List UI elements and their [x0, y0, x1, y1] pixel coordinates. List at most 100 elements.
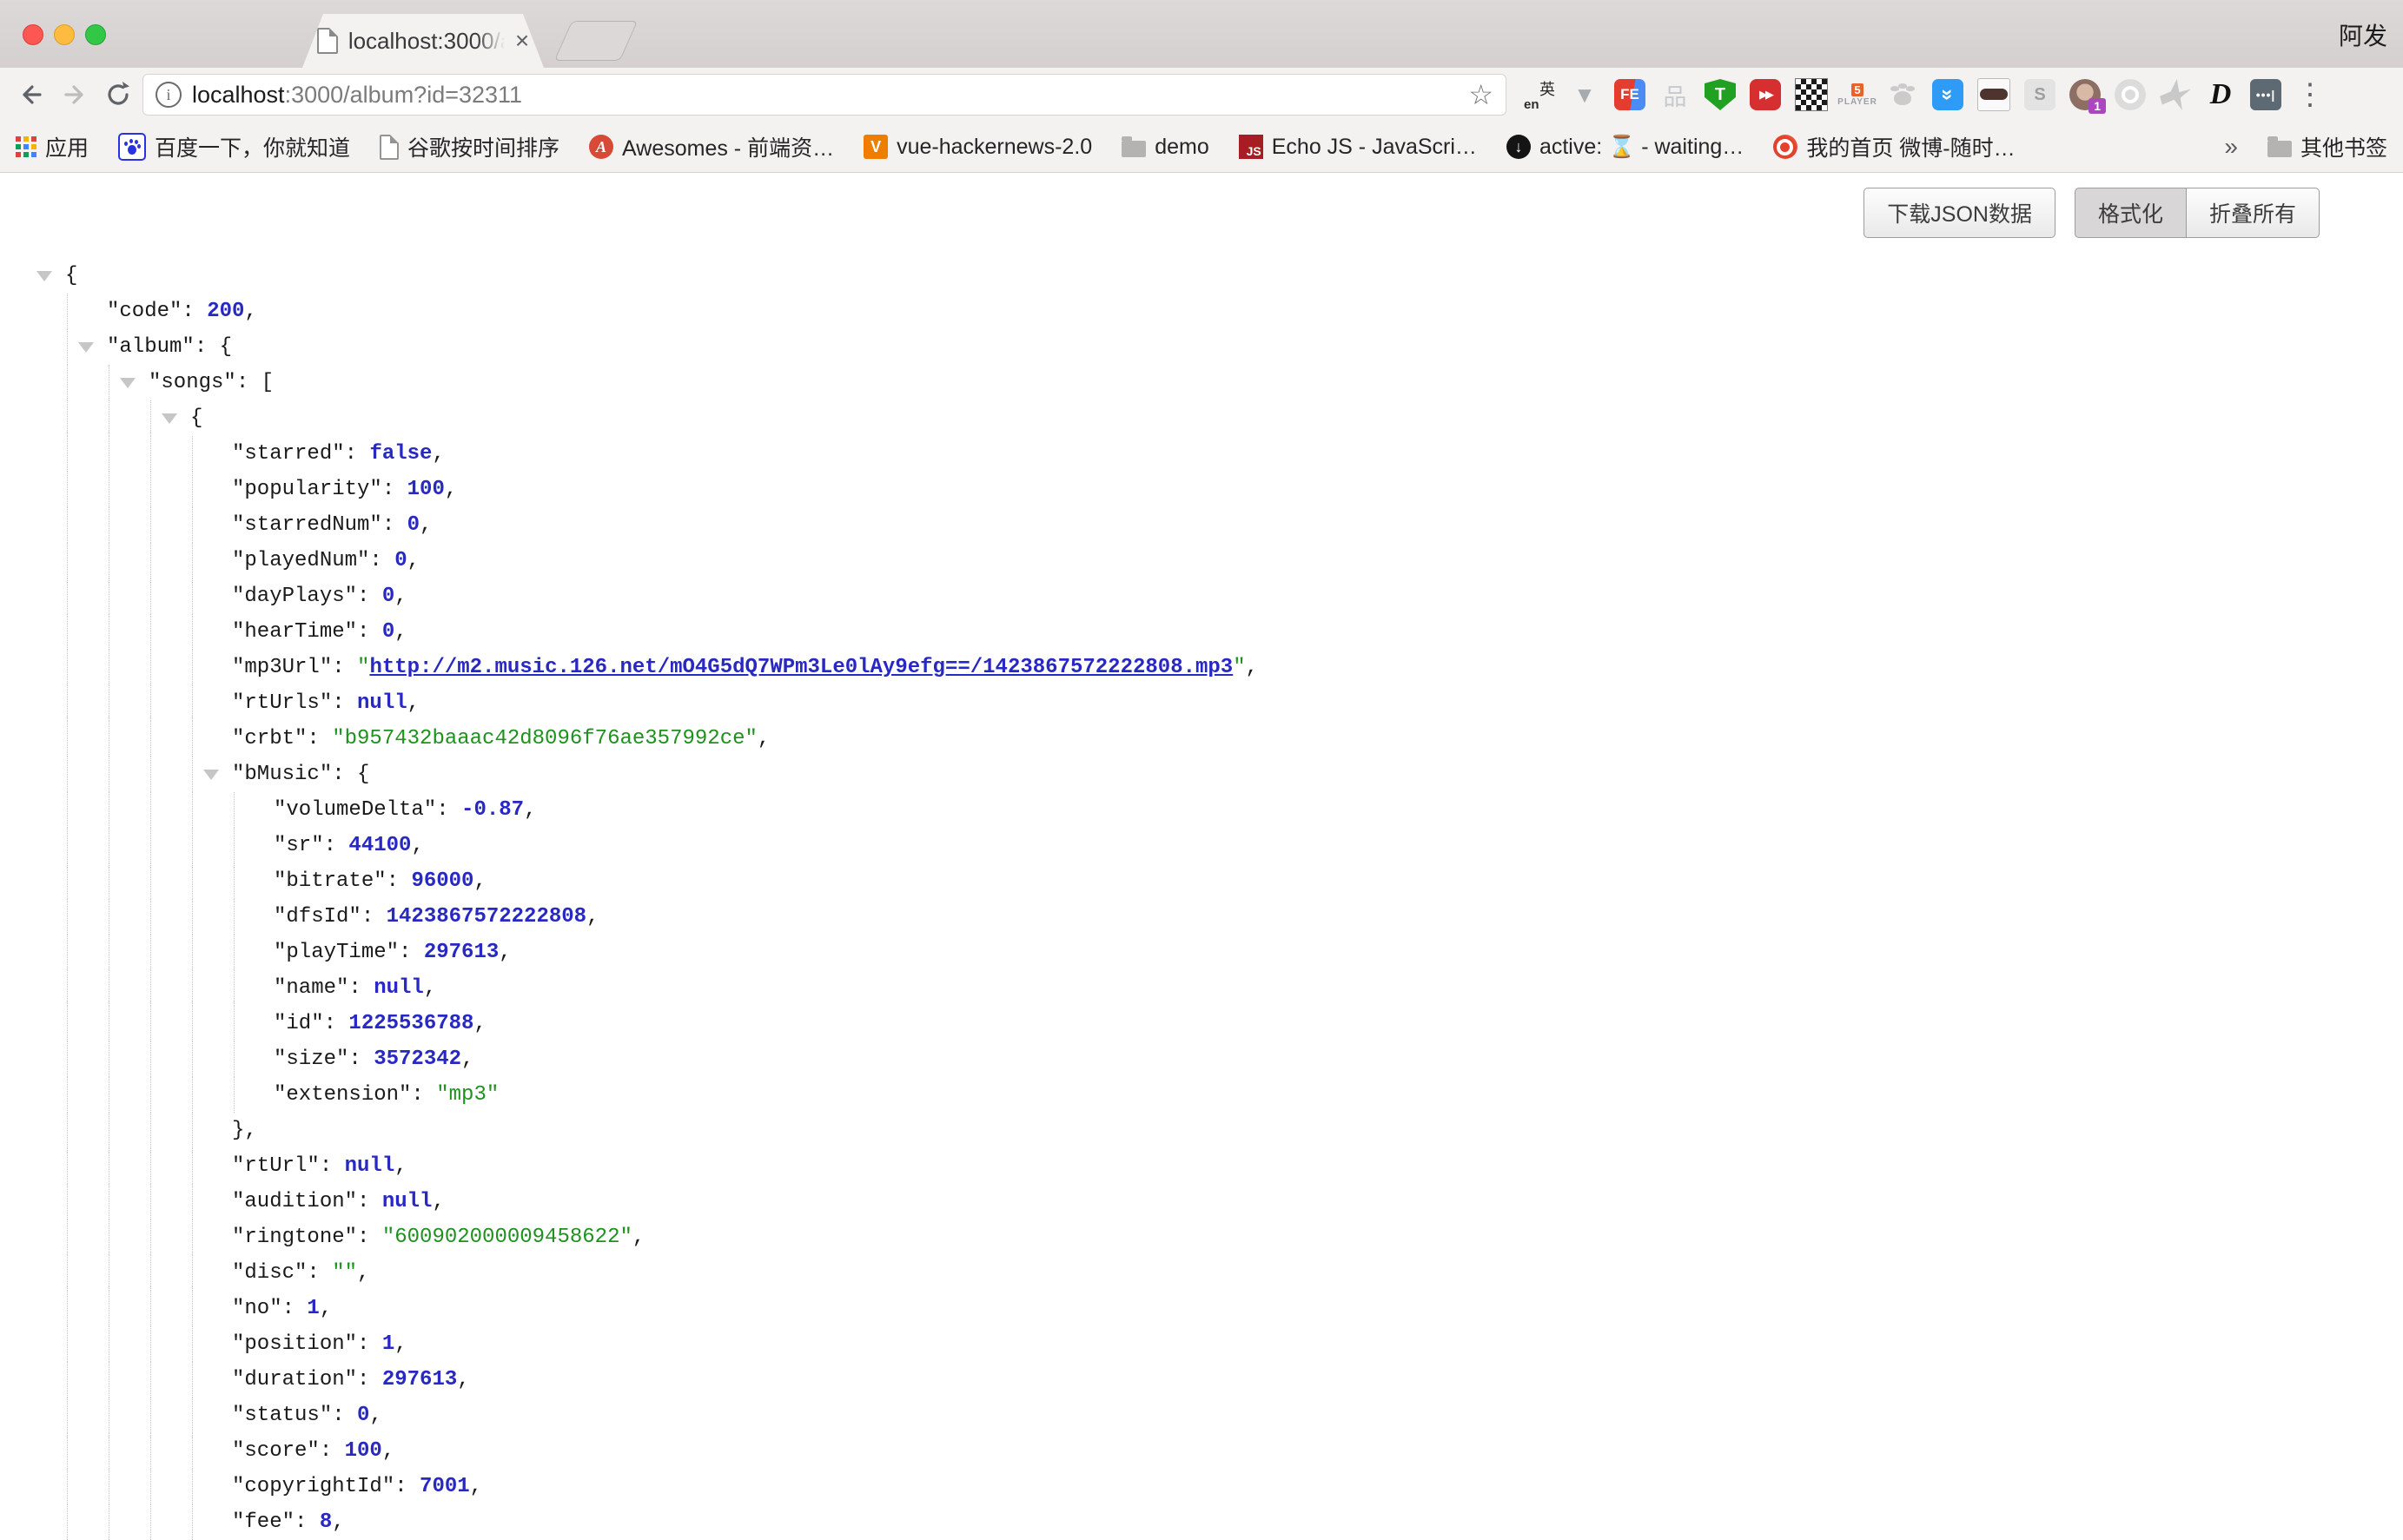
json-token: "dayPlays": [232, 585, 382, 608]
new-tab-button[interactable] [554, 21, 638, 61]
forward-button[interactable] [56, 76, 94, 114]
json-token: null [374, 976, 424, 1000]
indent-guide [67, 1219, 68, 1255]
json-line: "dfsId": 1423867572222808, [0, 899, 2403, 935]
json-line: "code": 200, [0, 294, 2403, 329]
collapse-toggle-icon[interactable] [203, 770, 219, 780]
json-line: "volumeDelta": -0.87, [0, 792, 2403, 828]
echojs-icon: JS [1239, 135, 1263, 159]
mask-extension-icon[interactable] [1977, 78, 2010, 111]
json-token: 1423867572222808 [387, 905, 586, 929]
tampermonkey-extension-icon[interactable]: T [1705, 79, 1736, 110]
browser-menu-icon[interactable]: ⋮ [2295, 77, 2325, 112]
indent-guide [192, 436, 193, 472]
json-token: "hearTime": [232, 620, 382, 644]
collapse-toggle-icon[interactable] [162, 413, 177, 424]
bookmark-item[interactable]: 应用 [16, 131, 89, 162]
url-path: :3000/album?id=32311 [285, 82, 522, 108]
bookmark-item[interactable]: ↓active: ⌛ - waiting… [1506, 135, 1744, 160]
indent-guide [150, 792, 151, 828]
bookmark-item[interactable]: 谷歌按时间排序 [380, 131, 559, 162]
json-token: 8 [320, 1510, 332, 1534]
bookmark-star-icon[interactable]: ☆ [1468, 78, 1493, 111]
json-token: , [758, 727, 770, 750]
indent-guide [192, 1006, 193, 1041]
indent-guide [67, 400, 68, 436]
info-icon[interactable]: i [156, 82, 182, 108]
weibo-gray-extension-icon[interactable] [2115, 79, 2146, 110]
indent-guide [234, 899, 235, 935]
download-json-button[interactable]: 下载JSON数据 [1863, 188, 2055, 238]
fe-extension-icon[interactable]: FE [1614, 79, 1645, 110]
mp3-url-link[interactable]: http://m2.music.126.net/mO4G5dQ7WPm3Le0l… [369, 656, 1233, 679]
bookmark-item[interactable]: 我的首页 微博-随时… [1773, 131, 2015, 162]
json-line: "starredNum": 0, [0, 507, 2403, 543]
close-window-button[interactable] [23, 24, 43, 45]
json-token: "b957432baaac42d8096f76ae357992ce" [332, 727, 758, 750]
json-line: "dayPlays": 0, [0, 578, 2403, 614]
password-extension-icon[interactable]: •••| [2250, 79, 2281, 110]
html5-player-extension-icon[interactable]: 5PLAYER [1842, 79, 1873, 110]
json-token: 297613 [382, 1368, 457, 1391]
address-bar[interactable]: i localhost:3000/album?id=32311 ☆ [142, 74, 1506, 116]
indent-guide [150, 1326, 151, 1362]
vue-extension-icon[interactable]: ▼ [1569, 79, 1600, 110]
player-label: PLAYER [1837, 97, 1877, 107]
indent-guide [150, 935, 151, 970]
bookmark-item[interactable]: Vvue-hackernews-2.0 [864, 135, 1092, 160]
json-line: "fee": 8, [0, 1504, 2403, 1540]
collapse-toggle-icon[interactable] [78, 342, 94, 353]
qrcode-extension-icon[interactable] [1795, 78, 1828, 111]
json-line: "size": 3572342, [0, 1041, 2403, 1077]
json-token: 1225536788 [348, 1012, 473, 1035]
format-button[interactable]: 格式化 [2075, 188, 2187, 238]
minimize-window-button[interactable] [54, 24, 75, 45]
bookmarks-overflow-chevron[interactable]: » [2224, 133, 2238, 161]
hummingbird-extension-icon[interactable] [2160, 79, 2191, 110]
reload-button[interactable] [99, 76, 137, 114]
back-button[interactable] [12, 76, 50, 114]
json-token: "dfsId": [274, 905, 387, 929]
indent-guide [192, 1326, 193, 1362]
fastforward-extension-icon[interactable]: ▶▶ [1750, 79, 1781, 110]
json-token: 1 [307, 1297, 319, 1320]
monkey-extension-icon[interactable]: 1 [2069, 79, 2101, 110]
json-token: "mp3" [436, 1083, 499, 1107]
json-token: 100 [345, 1439, 382, 1463]
browser-tab[interactable]: localhost:3000/album?id=323 × [302, 14, 544, 68]
other-bookmarks-folder[interactable]: 其他书签 [2267, 131, 2387, 162]
fullscreen-window-button[interactable] [85, 24, 106, 45]
json-line: "rtUrl": null, [0, 1148, 2403, 1184]
bookmark-label: Awesomes - 前端资… [622, 131, 834, 162]
folder-icon [2267, 141, 2292, 157]
sitemap-extension-icon[interactable]: 品 [1659, 79, 1691, 110]
json-token: "score": [232, 1439, 345, 1463]
collapse-toggle-icon[interactable] [36, 271, 52, 281]
indent-guide [67, 1326, 68, 1362]
s-extension-icon[interactable]: S [2024, 79, 2055, 110]
json-token: , [394, 1154, 407, 1178]
weibo-icon [1773, 135, 1797, 159]
pushbullet-extension-icon[interactable]: » [1932, 79, 1963, 110]
translate-extension-icon[interactable]: 英en [1524, 79, 1555, 110]
bookmark-item[interactable]: 百度一下，你就知道 [118, 131, 350, 162]
extension-badge: 1 [2089, 98, 2106, 114]
json-token: , [470, 1475, 482, 1498]
json-token: , [461, 1048, 473, 1071]
html5-badge: 5 [1851, 83, 1863, 96]
indent-guide [192, 1398, 193, 1433]
indent-guide [67, 1433, 68, 1469]
bookmark-item[interactable]: AAwesomes - 前端资… [589, 131, 834, 162]
indent-guide [192, 792, 193, 828]
json-line: }, [0, 1113, 2403, 1148]
bookmark-label: 百度一下，你就知道 [155, 131, 350, 162]
indent-guide [234, 1077, 235, 1113]
d-extension-icon[interactable]: D [2205, 79, 2236, 110]
paw-extension-icon[interactable] [1887, 79, 1918, 110]
collapse-all-button[interactable]: 折叠所有 [2187, 188, 2320, 238]
bookmark-item[interactable]: demo [1122, 135, 1209, 160]
bookmark-item[interactable]: JSEcho JS - JavaScri… [1239, 135, 1477, 160]
indent-guide [192, 721, 193, 757]
collapse-toggle-icon[interactable] [120, 378, 136, 388]
close-tab-icon[interactable]: × [515, 29, 529, 53]
